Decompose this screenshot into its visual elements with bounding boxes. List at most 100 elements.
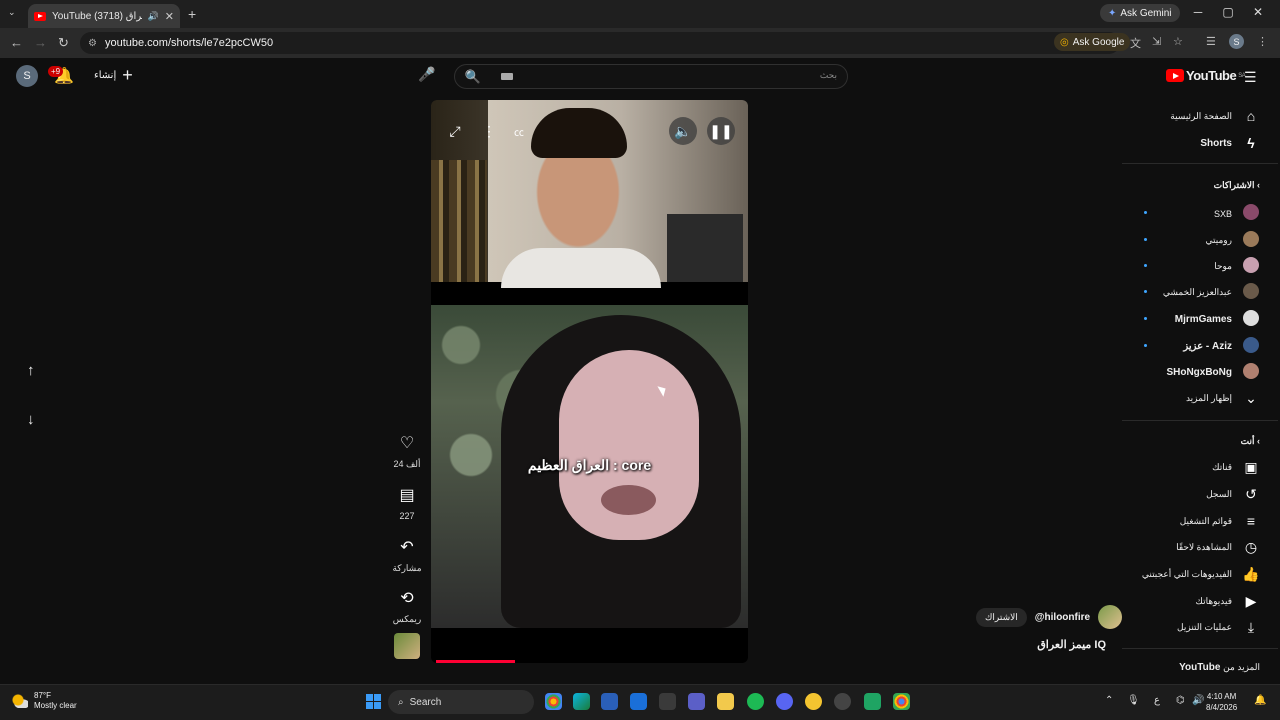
- new-tab-icon[interactable]: +: [188, 6, 196, 22]
- captions-cc-icon[interactable]: ㏄: [505, 117, 533, 145]
- spotify-icon[interactable]: [747, 693, 764, 710]
- input-language[interactable]: ع: [1154, 695, 1160, 706]
- sidebar-you-header[interactable]: أنت ‹: [1241, 436, 1260, 447]
- taskbar-clock[interactable]: 4:10 AM 8/4/2026: [1206, 691, 1237, 713]
- sidebar-show-more[interactable]: إظهار المزيد ⌄: [1186, 390, 1260, 407]
- comments-button[interactable]: ▤ 227: [392, 485, 422, 521]
- share-button[interactable]: ↶ مشاركة: [392, 537, 422, 574]
- google-lens-icon: ◎: [1060, 36, 1069, 48]
- bookmark-star-icon[interactable]: ☆: [1173, 35, 1183, 48]
- create-label: إنشاء: [94, 69, 117, 81]
- sidebar-sub-0[interactable]: SXB: [1214, 204, 1260, 223]
- fullscreen-icon[interactable]: ⤢: [441, 117, 469, 145]
- restore-icon[interactable]: ▢: [1218, 5, 1238, 19]
- sidebar-item-downloads[interactable]: عمليات التنزيل ⤓: [1177, 619, 1260, 636]
- search-box[interactable]: 🔍 بحث: [454, 64, 848, 89]
- sidebar-item-label: الصفحة الرئيسية: [1170, 110, 1232, 121]
- install-app-icon[interactable]: ⇲: [1152, 35, 1161, 48]
- taskbar-search[interactable]: ⌕ Search: [388, 690, 534, 714]
- sidebar-sub-6[interactable]: SHoNgxBoNg: [1166, 363, 1260, 382]
- translate-icon[interactable]: 文: [1130, 35, 1141, 51]
- sidebar-item-your-videos[interactable]: فيديوهاتك ▶: [1196, 593, 1260, 610]
- browser-tab-active[interactable]: YouTube ميمز العراق (3718) 🔊 ✕: [28, 4, 180, 28]
- sub-avatar: [1243, 310, 1259, 326]
- more-options-icon[interactable]: ⋮: [475, 117, 503, 145]
- store-icon[interactable]: [601, 693, 618, 710]
- sidebar-item-history[interactable]: السجل ↺: [1206, 486, 1260, 503]
- sidebar-sub-5[interactable]: عزيز - Aziz: [1183, 337, 1260, 356]
- file-explorer-icon[interactable]: [717, 693, 734, 710]
- app-icon[interactable]: [659, 693, 676, 710]
- search-input[interactable]: بحث: [820, 70, 837, 81]
- video-title[interactable]: ميمز العراق IQ: [980, 638, 1106, 651]
- youtube-logo[interactable]: YouTube SA: [1166, 68, 1246, 83]
- profile-avatar[interactable]: S: [1229, 34, 1244, 49]
- window-close-icon[interactable]: ✕: [1248, 5, 1268, 19]
- subscribe-button[interactable]: الاشتراك: [976, 607, 1027, 627]
- voice-search-mic-icon[interactable]: 🎤: [418, 66, 435, 83]
- site-info-icon[interactable]: ⚙: [88, 38, 97, 49]
- sidebar-divider: [1122, 420, 1278, 421]
- sidebar-sub-3[interactable]: عبدالعزيز الخمشي: [1163, 283, 1260, 302]
- browser-menu-icon[interactable]: ⋮: [1257, 35, 1268, 48]
- notifications-icon[interactable]: 🔔: [1254, 695, 1266, 706]
- network-icon[interactable]: ⌬: [1176, 695, 1185, 706]
- discord-icon[interactable]: [776, 693, 793, 710]
- account-avatar[interactable]: S: [16, 65, 38, 87]
- previous-short-arrow-icon[interactable]: ↑: [27, 362, 35, 379]
- sidebar-item-watch-later[interactable]: المشاهدة لاحقًا ◷: [1176, 539, 1260, 556]
- create-button[interactable]: إنشاء +: [94, 66, 133, 84]
- back-icon[interactable]: ←: [10, 35, 23, 50]
- sidebar-item-your-channel[interactable]: قناتك ▣: [1212, 459, 1260, 476]
- ask-google-button[interactable]: ◎ Ask Google: [1054, 33, 1131, 51]
- sub-name: عبدالعزيز الخمشي: [1162, 287, 1232, 297]
- remix-button[interactable]: ⟲ ريمكس: [392, 588, 422, 625]
- app-icon[interactable]: [834, 693, 851, 710]
- windows-start-icon[interactable]: [366, 694, 381, 709]
- tab-close-icon[interactable]: ✕: [165, 10, 174, 23]
- keyboard-icon[interactable]: [501, 73, 513, 80]
- sidebar-sub-4[interactable]: MjrmGames: [1175, 310, 1260, 329]
- pause-icon[interactable]: ❚❚: [707, 117, 735, 145]
- tab-audio-icon[interactable]: 🔊: [148, 11, 159, 22]
- sound-channel-thumbnail[interactable]: [394, 633, 420, 659]
- speaker-icon[interactable]: 🔊: [1192, 695, 1204, 706]
- teams-icon[interactable]: [688, 693, 705, 710]
- search-button[interactable]: 🔍: [455, 65, 491, 88]
- volume-icon[interactable]: 🔈: [669, 117, 697, 145]
- reload-icon[interactable]: ↻: [58, 35, 69, 51]
- sidebar-item-liked[interactable]: الفيديوهات التي أعجبتني 👍: [1142, 566, 1260, 583]
- video-progress-bar[interactable]: [436, 660, 515, 663]
- notification-badge: +9: [48, 66, 64, 77]
- address-bar[interactable]: ⚙ youtube.com/shorts/le7e2pcCW50: [80, 32, 1120, 54]
- sidebar-item-shorts[interactable]: Shorts ϟ: [1200, 135, 1260, 151]
- sidebar-item-home[interactable]: الصفحة الرئيسية ⌂: [1170, 108, 1260, 124]
- tab-search-icon[interactable]: ⌄: [8, 7, 16, 18]
- outlook-icon[interactable]: [630, 693, 647, 710]
- channel-avatar[interactable]: [1098, 605, 1123, 629]
- tray-overflow-icon[interactable]: ⌃: [1105, 695, 1113, 706]
- chrome-active-icon[interactable]: [893, 693, 910, 710]
- sub-avatar: [1243, 283, 1259, 299]
- next-short-arrow-icon[interactable]: ↓: [27, 411, 35, 428]
- edge-icon[interactable]: [573, 693, 590, 710]
- shorts-video-player[interactable]: العراق العظيم : core ⤢ ⋮ ㏄ 🔈 ❚❚: [431, 100, 748, 663]
- like-button[interactable]: ♡ 24 ألف: [392, 433, 422, 470]
- app-icon[interactable]: [805, 693, 822, 710]
- your-videos-icon: ▶: [1245, 593, 1257, 609]
- app-icon[interactable]: [864, 693, 881, 710]
- sidebar-sub-1[interactable]: روميتي: [1206, 231, 1260, 250]
- sidebar-sub-2[interactable]: موحا: [1214, 257, 1260, 276]
- microphone-icon[interactable]: 🎙: [1127, 695, 1140, 706]
- hamburger-menu-icon[interactable]: ☰: [1244, 69, 1257, 86]
- show-more-label: إظهار المزيد: [1185, 393, 1232, 403]
- sidebar-subscriptions-header[interactable]: الاشتراكات ‹: [1214, 180, 1260, 191]
- channel-handle[interactable]: @hiloonfire: [1035, 612, 1090, 623]
- minimize-icon[interactable]: ─: [1188, 5, 1208, 19]
- forward-icon[interactable]: →: [34, 35, 47, 50]
- extensions-icon[interactable]: ☰: [1206, 35, 1216, 48]
- weather-widget[interactable]: 87°F Mostly clear: [12, 691, 77, 711]
- chrome-icon[interactable]: [545, 693, 562, 710]
- ask-gemini-button[interactable]: ✦ Ask Gemini: [1100, 4, 1180, 22]
- sidebar-item-playlists[interactable]: قوائم التشغيل ≡: [1180, 513, 1260, 529]
